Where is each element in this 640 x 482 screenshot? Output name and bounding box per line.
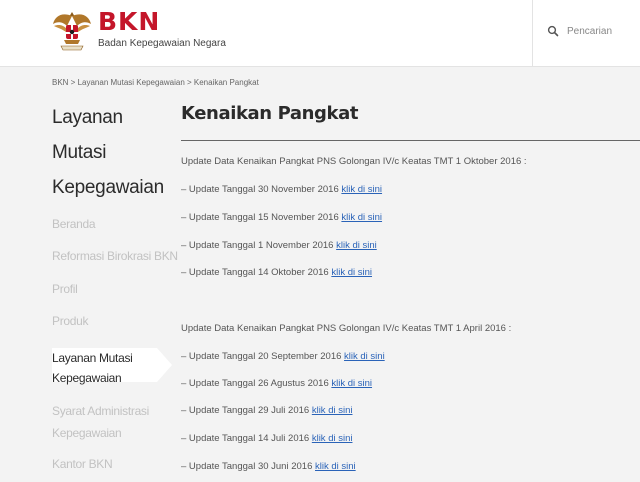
sidebar-item-label: Layanan Mutasi [52, 351, 133, 365]
sidebar-item-profil[interactable]: Profil [52, 282, 78, 296]
breadcrumb-current: Kenaikan Pangkat [193, 78, 259, 87]
update-text: – Update Tanggal 29 Juli 2016 [181, 405, 312, 416]
title-divider [181, 140, 640, 141]
update-link[interactable]: klik di sini [331, 378, 372, 389]
sidebar: Layanan Mutasi Kepegawaian [52, 100, 182, 382]
list-item: – Update Tanggal 14 Juli 2016 klik di si… [181, 433, 352, 444]
sidebar-title-line: Layanan [52, 107, 123, 128]
update-text: – Update Tanggal 1 November 2016 [181, 240, 337, 251]
sidebar-title-line: Kepegawaian [52, 177, 164, 198]
breadcrumb-section[interactable]: Layanan Mutasi Kepegawaian [78, 78, 185, 87]
sidebar-item-beranda[interactable]: Beranda [52, 217, 96, 231]
update-link[interactable]: klik di sini [315, 461, 356, 472]
update-link[interactable]: klik di sini [341, 184, 382, 195]
search-input[interactable] [563, 22, 640, 40]
breadcrumb: BKN > Layanan Mutasi Kepegawaian > Kenai… [52, 78, 259, 87]
sidebar-item-layanan-mutasi[interactable]: Layanan Mutasi Kepegawaian [52, 348, 133, 388]
update-text: – Update Tanggal 30 November 2016 [181, 184, 342, 195]
update-link[interactable]: klik di sini [341, 212, 382, 223]
update-link[interactable]: klik di sini [336, 240, 377, 251]
section-heading: Update Data Kenaikan Pangkat PNS Golonga… [181, 323, 512, 334]
breadcrumb-separator: > [68, 78, 78, 87]
list-item: – Update Tanggal 30 Juni 2016 klik di si… [181, 461, 356, 472]
section-heading: Update Data Kenaikan Pangkat PNS Golonga… [181, 156, 527, 167]
page-title: Kenaikan Pangkat [181, 103, 359, 124]
update-text: – Update Tanggal 14 Oktober 2016 [181, 267, 332, 278]
list-item: – Update Tanggal 14 Oktober 2016 klik di… [181, 267, 372, 278]
sidebar-title-line: Mutasi [52, 142, 107, 163]
search-icon[interactable] [547, 25, 559, 37]
breadcrumb-separator: > [184, 78, 194, 87]
list-item: – Update Tanggal 29 Juli 2016 klik di si… [181, 405, 352, 416]
update-link[interactable]: klik di sini [344, 351, 385, 362]
sidebar-item-produk[interactable]: Produk [52, 314, 89, 328]
list-item: – Update Tanggal 15 November 2016 klik d… [181, 212, 382, 223]
list-item: – Update Tanggal 26 Agustus 2016 klik di… [181, 378, 372, 389]
sidebar-title: Layanan Mutasi Kepegawaian [52, 100, 182, 205]
sidebar-item-kantor-bkn[interactable]: Kantor BKN [52, 457, 113, 471]
sidebar-item-label: Kepegawaian [52, 426, 122, 440]
sidebar-item-label: Syarat Administrasi [52, 404, 150, 418]
breadcrumb-home[interactable]: BKN [52, 78, 68, 87]
update-link[interactable]: klik di sini [312, 405, 353, 416]
update-link[interactable]: klik di sini [331, 267, 372, 278]
sidebar-item-reformasi-birokrasi[interactable]: Reformasi Birokrasi BKN [52, 249, 178, 263]
search-box [532, 0, 640, 66]
garuda-emblem-icon[interactable] [52, 8, 92, 54]
sidebar-item-label: Kepegawaian [52, 371, 122, 385]
brand-subtitle: Badan Kepegawaian Negara [98, 38, 226, 49]
update-text: – Update Tanggal 15 November 2016 [181, 212, 342, 223]
update-link[interactable]: klik di sini [312, 433, 353, 444]
list-item: – Update Tanggal 30 November 2016 klik d… [181, 184, 382, 195]
sidebar-item-syarat-administrasi[interactable]: Syarat Administrasi Kepegawaian [52, 400, 149, 444]
update-text: – Update Tanggal 26 Agustus 2016 [181, 378, 332, 389]
update-text: – Update Tanggal 30 Juni 2016 [181, 461, 315, 472]
update-text: – Update Tanggal 20 September 2016 [181, 351, 345, 362]
site-header: BKN Badan Kepegawaian Negara [0, 0, 640, 67]
update-text: – Update Tanggal 14 Juli 2016 [181, 433, 312, 444]
brand-name[interactable]: BKN [98, 8, 160, 36]
list-item: – Update Tanggal 20 September 2016 klik … [181, 351, 385, 362]
list-item: – Update Tanggal 1 November 2016 klik di… [181, 240, 377, 251]
